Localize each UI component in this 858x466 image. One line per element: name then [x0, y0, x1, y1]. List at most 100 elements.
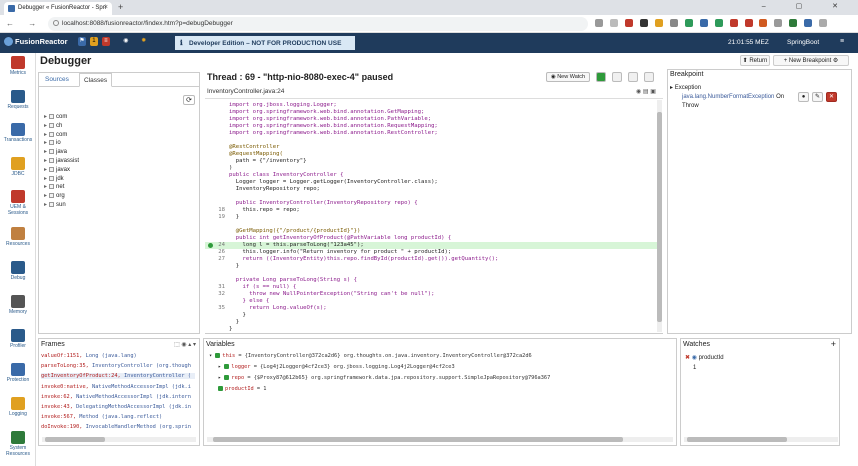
watches-hscrollbar-thumb[interactable] — [687, 437, 787, 442]
tab-classes[interactable]: Classes — [79, 73, 113, 87]
frames-hscrollbar[interactable] — [42, 437, 196, 442]
code-line[interactable]: InventoryRepository repo; — [205, 186, 657, 193]
variables-hscrollbar-thumb[interactable] — [213, 437, 623, 442]
code-line[interactable]: 27 return ((InventoryEntity)this.repo.fi… — [205, 256, 657, 263]
expand-icon[interactable]: ▸ — [44, 140, 47, 146]
line-number[interactable]: 18 — [205, 207, 225, 214]
nav-item-system-resources[interactable]: System Resources — [0, 431, 36, 457]
package-item[interactable]: ▸ com — [44, 113, 67, 120]
breakpoint-item[interactable]: java.lang.NumberFormatException On — [682, 94, 784, 100]
package-item[interactable]: ▸ io — [44, 139, 61, 146]
expand-icon[interactable]: ▸ — [44, 123, 47, 129]
line-number[interactable]: 27 — [205, 256, 225, 263]
code-line[interactable] — [205, 137, 657, 144]
line-number[interactable]: 32 — [205, 291, 225, 298]
code-line[interactable]: @RequestMapping( — [205, 151, 657, 158]
remove-watch-icon[interactable]: ✖ — [685, 355, 692, 361]
watches-hscrollbar[interactable] — [684, 437, 838, 442]
frame-row[interactable]: getInventoryOfProduct:24, InventoryContr… — [41, 373, 195, 380]
add-watch-button[interactable]: + — [831, 339, 836, 349]
breakpoint-info-button[interactable]: ● — [798, 92, 809, 102]
package-item[interactable]: ▸ ch — [44, 122, 62, 129]
frame-row[interactable]: doInvoke:190, InvocableHandlerMethod (or… — [41, 424, 195, 430]
code-line[interactable]: 18 this.repo = repo; — [205, 207, 657, 214]
code-line[interactable]: } — [205, 319, 657, 326]
watch-item[interactable]: ✖ ◉ productId — [685, 354, 724, 361]
extension-icon[interactable] — [774, 19, 783, 27]
star-icon[interactable] — [609, 19, 618, 27]
breakpoint-delete-button[interactable]: ✕ — [826, 92, 837, 102]
current-line[interactable]: 24 long l = this.parseToLong("123a45"); — [205, 242, 657, 249]
code-line[interactable] — [205, 270, 657, 277]
resume-button[interactable] — [596, 72, 606, 82]
code-line[interactable]: 35 return Long.valueOf(s); — [205, 305, 657, 312]
breakpoint-marker-icon[interactable] — [208, 243, 213, 248]
expand-icon[interactable]: ▸ — [44, 193, 47, 199]
code-view-icons[interactable]: ◉ ▤ ▣ — [636, 88, 656, 95]
code-line[interactable]: import org.springframework.web.bind.anno… — [205, 116, 657, 123]
extension-icon[interactable] — [639, 19, 648, 27]
browser-tab[interactable]: Debugger « FusionReactor - Spri × — [4, 2, 112, 15]
frame-row[interactable]: valueOf:1151, Long (java.lang) — [41, 353, 195, 359]
extension-icon[interactable] — [789, 19, 798, 27]
code-line[interactable]: 31 if (s == null) { — [205, 284, 657, 291]
nav-item-transactions[interactable]: Transactions — [0, 123, 36, 143]
extension-icon[interactable] — [669, 19, 678, 27]
frames-toolbar[interactable]: ⬚ ◉ ▴ ▾ — [174, 341, 196, 348]
new-watch-button[interactable]: ◉ New Watch — [546, 72, 590, 82]
info-icon[interactable] — [53, 20, 59, 26]
nav-item-profiler[interactable]: Profiler — [0, 329, 36, 349]
package-item[interactable]: ▸ net — [44, 183, 64, 190]
expand-icon[interactable]: ▸ — [44, 167, 47, 173]
package-item[interactable]: ▸ sun — [44, 201, 66, 208]
notifications-icon[interactable]: ⚑ — [78, 37, 86, 46]
package-item[interactable]: ▸ jdk — [44, 175, 64, 182]
frame-row[interactable]: parseToLong:35, InventoryController (org… — [41, 363, 195, 369]
code-line[interactable]: import org.springframework.web.bind.anno… — [205, 109, 657, 116]
code-line[interactable] — [205, 193, 657, 200]
nav-item-logging[interactable]: Logging — [0, 397, 36, 417]
variable-row[interactable]: ▾ this = {InventoryController@372ca2d6} … — [209, 353, 532, 359]
refresh-button[interactable]: ⟳ — [183, 95, 195, 105]
code-line[interactable]: Logger logger = Logger.getLogger(Invento… — [205, 179, 657, 186]
expand-icon[interactable]: ▸ — [44, 158, 47, 164]
line-number[interactable]: 35 — [205, 305, 225, 312]
line-number[interactable]: 31 — [205, 284, 225, 291]
breakpoint-edit-button[interactable]: ✎ — [812, 92, 823, 102]
window-controls[interactable]: – ▢ ✕ — [762, 2, 852, 10]
bug-icon[interactable]: ✹ — [140, 37, 148, 46]
code-line[interactable]: } — [205, 312, 657, 319]
package-item[interactable]: ▸ java — [44, 148, 67, 155]
app-logo[interactable]: FusionReactor — [4, 37, 68, 46]
expand-icon[interactable]: ▸ — [44, 114, 47, 120]
code-scrollbar[interactable] — [657, 100, 662, 332]
extension-icon[interactable] — [804, 19, 813, 27]
code-scrollbar-thumb[interactable] — [657, 112, 662, 322]
nav-item-metrics[interactable]: Metrics — [0, 56, 36, 76]
frame-row[interactable]: invoke:43, DelegatingMethodAccessorImpl … — [41, 404, 195, 410]
expand-icon[interactable]: ▸ — [44, 184, 47, 190]
code-line[interactable]: public class InventoryController { — [205, 172, 657, 179]
variable-row[interactable]: ▸ repo = {$Proxy87@612b65} org.springfra… — [218, 375, 550, 381]
package-item[interactable]: ▸ javassist — [44, 157, 79, 164]
profile-avatar-icon[interactable] — [819, 19, 828, 27]
code-line[interactable]: } — [205, 326, 657, 333]
code-line[interactable]: import org.springframework.web.bind.anno… — [205, 123, 657, 130]
code-editor[interactable]: import org.jboss.logging.Logger; import o… — [205, 98, 663, 334]
nav-item-debug[interactable]: Debug — [0, 261, 36, 281]
extension-icon[interactable] — [714, 19, 723, 27]
step-out-button[interactable] — [644, 72, 654, 82]
expand-icon[interactable]: ▸ — [44, 132, 47, 138]
url-field[interactable]: localhost:8088/fusionreactor/findex.htm?… — [48, 17, 588, 31]
code-line[interactable]: private Long parseToLong(String s) { — [205, 277, 657, 284]
extension-icon[interactable] — [684, 19, 693, 27]
extension-icon[interactable] — [654, 19, 663, 27]
frames-hscrollbar-thumb[interactable] — [45, 437, 105, 442]
tab-sources[interactable]: Sources — [45, 76, 69, 83]
expand-icon[interactable]: ▸ — [44, 149, 47, 155]
code-line[interactable]: ) — [205, 165, 657, 172]
return-button[interactable]: ⬆ Return — [740, 55, 770, 66]
new-breakpoint-button[interactable]: + New Breakpoint ⚙ — [773, 55, 849, 66]
frame-row[interactable]: invoke:567, Method (java.lang.reflect) — [41, 414, 195, 420]
extension-icon[interactable] — [624, 19, 633, 27]
